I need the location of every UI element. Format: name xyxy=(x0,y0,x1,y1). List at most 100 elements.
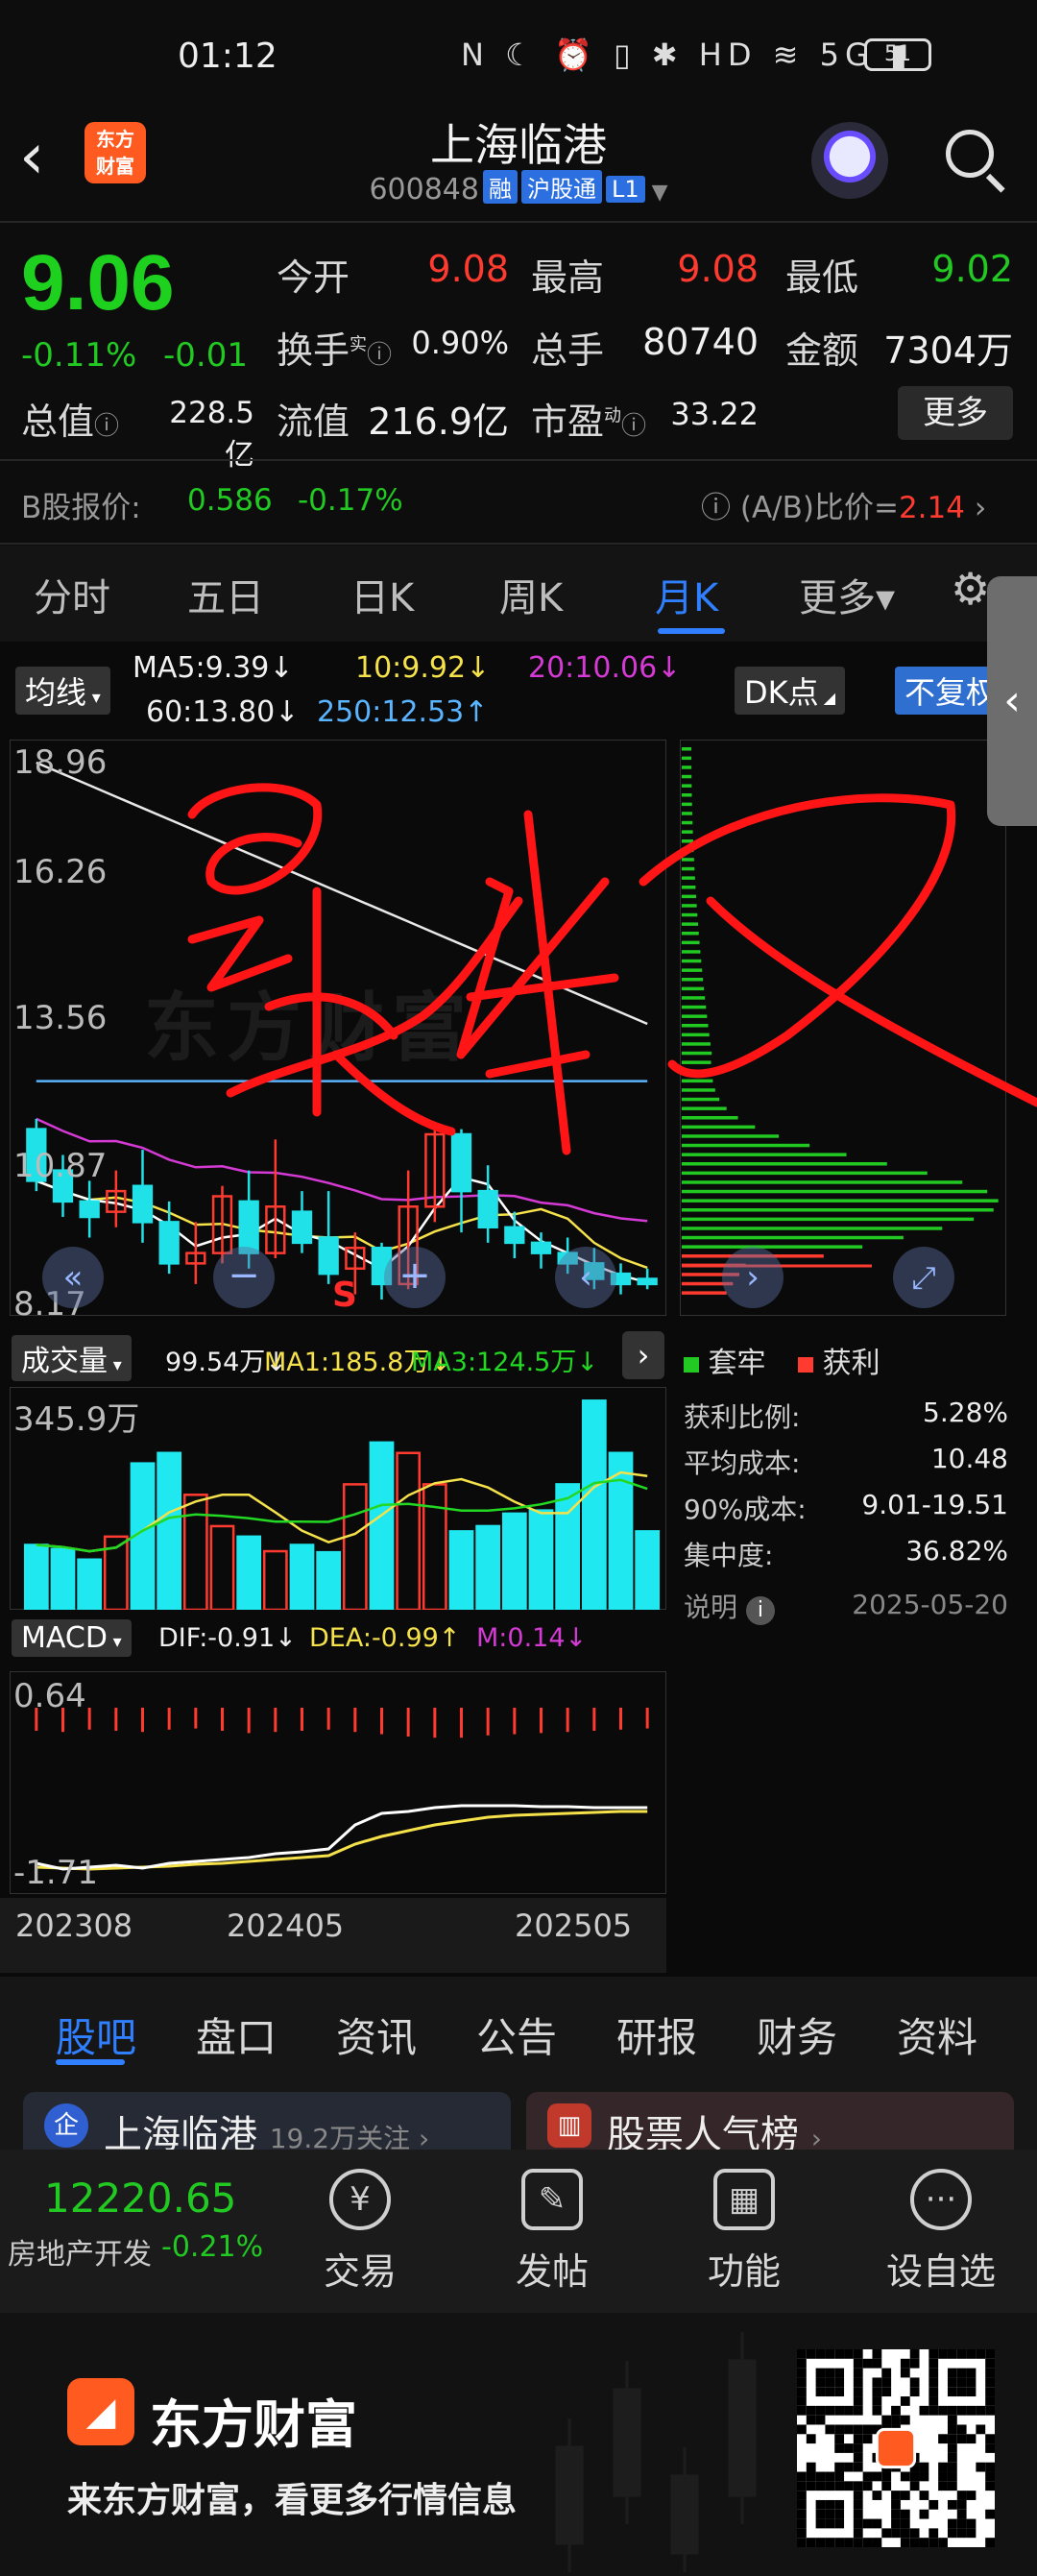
tab-daily-k[interactable]: 日K xyxy=(350,567,414,622)
qr-code xyxy=(797,2349,995,2547)
back-button[interactable]: ‹ xyxy=(19,125,77,192)
tab-finance[interactable]: 财务 xyxy=(757,2005,837,2064)
nav-post[interactable]: ✎ 发帖 xyxy=(480,2169,624,2295)
pe-value: 33.22 xyxy=(670,396,759,432)
qr-module xyxy=(966,2528,977,2539)
nav-functions[interactable]: ▦ 功能 xyxy=(672,2169,816,2295)
tab-intraday[interactable]: 分时 xyxy=(34,567,110,622)
qr-module xyxy=(956,2509,967,2519)
chip-next-button[interactable]: › xyxy=(722,1247,784,1308)
qr-module xyxy=(985,2509,995,2519)
volume-bar xyxy=(555,1483,581,1610)
nav-trade[interactable]: ¥ 交易 xyxy=(288,2169,432,2295)
tab-research[interactable]: 研报 xyxy=(616,2005,697,2064)
change-percent: -0.11% xyxy=(21,336,137,375)
popularity-card[interactable]: ▥ 股票人气榜 › xyxy=(526,2092,1014,2150)
nav-add-watchlist[interactable]: ··· 设自选 xyxy=(869,2169,1013,2295)
tab-more[interactable]: 更多▾ xyxy=(799,567,895,622)
qr-module xyxy=(797,2538,807,2547)
qr-module xyxy=(976,2349,986,2359)
qr-module xyxy=(947,2471,957,2482)
scroll-prev-button[interactable]: ‹ xyxy=(555,1247,616,1308)
divider xyxy=(0,221,1037,223)
volume-bar xyxy=(635,1530,661,1610)
tag-margin: 融 xyxy=(482,170,518,204)
macd-selector[interactable]: MACD ▾ xyxy=(12,1619,132,1657)
qr-module xyxy=(872,2518,882,2529)
zoom-out-button[interactable]: − xyxy=(213,1247,275,1308)
volume-selector[interactable]: 成交量 ▾ xyxy=(12,1335,132,1381)
index-name: 房地产开发 xyxy=(8,2238,152,2272)
tab-five-day[interactable]: 五日 xyxy=(187,567,264,622)
qr-module xyxy=(853,2499,863,2510)
tab-monthly-k[interactable]: 月K xyxy=(655,567,718,622)
tab-announcement[interactable]: 公告 xyxy=(476,2005,557,2064)
qr-module xyxy=(881,2377,892,2388)
index-value[interactable]: 12220.65 xyxy=(44,2175,236,2222)
qr-module xyxy=(797,2491,807,2500)
status-time: 01:12 xyxy=(178,36,277,76)
qr-module xyxy=(928,2387,939,2397)
ab-ratio[interactable]: ⓘ (A/B)比价=2.14 › xyxy=(701,483,986,526)
chip-note[interactable]: 说明 i xyxy=(684,1587,775,1625)
scroll-left-button[interactable]: « xyxy=(42,1247,104,1308)
dea-line xyxy=(36,1810,648,1871)
macd-min: -1.71 xyxy=(13,1854,98,1892)
gear-icon[interactable]: ⚙ xyxy=(951,563,990,615)
qr-module xyxy=(844,2424,854,2435)
qr-module xyxy=(844,2538,854,2547)
dif-legend: DIF:-0.91↓ xyxy=(158,1623,297,1653)
qr-module xyxy=(872,2358,882,2369)
volume-max: 345.9万 xyxy=(13,1400,140,1439)
volume-bar xyxy=(342,1483,368,1610)
qr-module xyxy=(891,2509,901,2519)
qr-module xyxy=(853,2434,863,2444)
qr-module xyxy=(853,2368,863,2378)
ma10-legend: 10:9.92↓ xyxy=(355,651,491,685)
feature-cards: 企 上海临港 19.2万关注 › ▥ 股票人气榜 › xyxy=(0,2092,1037,2150)
candle-body xyxy=(79,1200,100,1219)
tab-orderbook[interactable]: 盘口 xyxy=(196,2005,277,2064)
zoom-in-button[interactable]: + xyxy=(384,1247,446,1308)
qr-module xyxy=(919,2509,929,2519)
qr-module xyxy=(985,2368,995,2378)
fullscreen-icon[interactable]: ⤢ xyxy=(893,1247,954,1308)
qr-module xyxy=(834,2518,845,2529)
side-drawer-handle[interactable]: ‹ xyxy=(987,576,1037,826)
stock-bar-card[interactable]: 企 上海临港 19.2万关注 › xyxy=(23,2092,511,2150)
qr-module xyxy=(928,2499,939,2510)
qr-module xyxy=(815,2471,826,2482)
divider xyxy=(0,543,1037,545)
x-tick: 202405 xyxy=(227,1908,345,1944)
more-button[interactable]: 更多 xyxy=(898,386,1013,440)
qr-module xyxy=(862,2471,873,2482)
qr-module xyxy=(815,2377,826,2388)
qr-module xyxy=(909,2387,920,2397)
qr-module xyxy=(844,2443,854,2453)
ma-selector[interactable]: 均线 ▾ xyxy=(15,667,110,715)
robot-assistant-icon[interactable] xyxy=(811,122,888,199)
tab-guba[interactable]: 股吧 xyxy=(56,2005,136,2064)
expand-arrow-button[interactable]: › xyxy=(622,1331,664,1379)
qr-module xyxy=(806,2434,816,2444)
dea-legend: DEA:-0.99↑ xyxy=(309,1623,461,1653)
search-icon[interactable] xyxy=(941,125,1008,193)
qr-module xyxy=(834,2424,845,2435)
chevron-down-icon[interactable]: ▼ xyxy=(645,181,668,205)
qr-module xyxy=(938,2405,948,2416)
qr-module xyxy=(844,2349,854,2359)
chip-value: 5.28% xyxy=(923,1397,1008,1428)
qr-module xyxy=(872,2471,882,2482)
tab-profile[interactable]: 资料 xyxy=(897,2005,977,2064)
tab-news[interactable]: 资讯 xyxy=(336,2005,417,2064)
volume-bar xyxy=(528,1509,554,1610)
dk-point-button[interactable]: DK点 ◢ xyxy=(735,667,846,715)
tab-weekly-k[interactable]: 周K xyxy=(499,567,563,622)
qr-module xyxy=(797,2368,807,2378)
qr-module xyxy=(853,2405,863,2416)
qr-module xyxy=(919,2405,929,2416)
tab-underline xyxy=(56,2059,125,2065)
qr-module xyxy=(966,2405,977,2416)
qr-module xyxy=(909,2471,920,2482)
brand-logo[interactable]: 东方 财富 xyxy=(84,122,146,183)
